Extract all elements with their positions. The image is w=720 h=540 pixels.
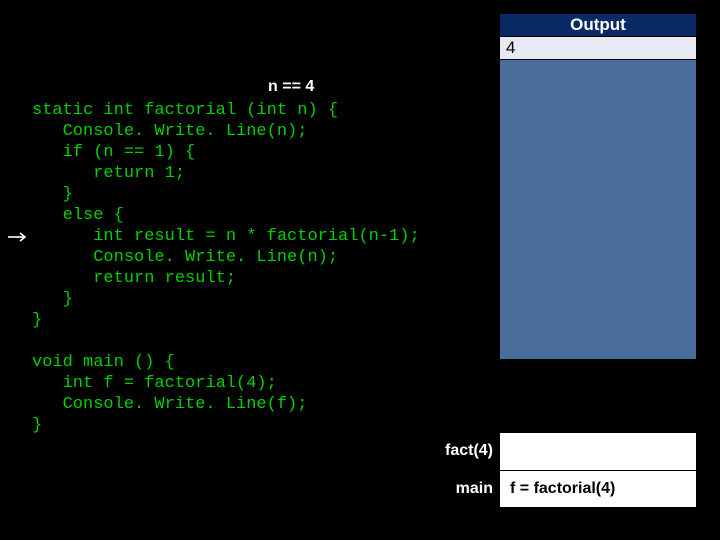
stack-frame-content: [499, 432, 697, 470]
code-listing: static int factorial (int n) { Console. …: [32, 100, 420, 436]
variable-annotation: n == 4: [268, 78, 314, 96]
stack-frame-content: f = factorial(4): [499, 470, 697, 508]
stack-frame-label: fact(4): [437, 432, 499, 470]
current-line-arrow-icon: [8, 232, 30, 242]
stack-frame-label: main: [437, 470, 499, 508]
output-panel-title: Output: [500, 14, 696, 37]
stack-frame: main f = factorial(4): [437, 470, 697, 508]
stack-frame: fact(4): [437, 432, 697, 470]
call-stack: fact(4) main f = factorial(4): [437, 432, 697, 508]
output-panel: Output 4: [499, 13, 697, 360]
output-row: 4: [500, 37, 696, 60]
